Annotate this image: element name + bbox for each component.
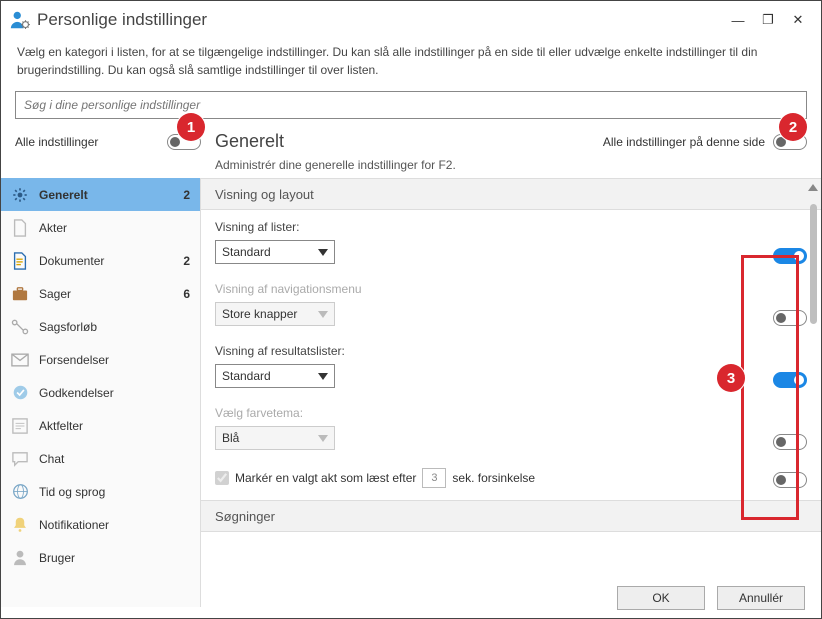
sidebar-item-tid-og-sprog[interactable]: Tid og sprog — [1, 475, 200, 508]
opt-label-navmenu: Visning af navigationsmenu — [215, 282, 362, 296]
sidebar-item-sager[interactable]: Sager 6 — [1, 277, 200, 310]
scroll-thumb[interactable] — [810, 204, 817, 324]
flow-icon — [11, 318, 29, 336]
checkbox-label-prefix: Markér en valgt akt som læst efter — [235, 471, 416, 485]
combo-navmenu: Store knapper — [215, 302, 335, 326]
checkbox-marker-laest — [215, 471, 229, 485]
cancel-button[interactable]: Annullér — [717, 586, 805, 610]
form-icon — [11, 417, 29, 435]
callout-2: 2 — [779, 113, 807, 141]
footer: OK Annullér — [201, 578, 821, 618]
minimize-button[interactable]: — — [723, 6, 753, 34]
sidebar-item-akter[interactable]: Akter — [1, 211, 200, 244]
chevron-down-icon — [318, 373, 328, 380]
sidebar: Generelt 2 Akter Dokumenter 2 Sager 6 Sa… — [1, 178, 201, 607]
scroll-up-icon — [808, 184, 818, 191]
description-text: Vælg en kategori i listen, for at se til… — [1, 39, 821, 87]
document-text-icon — [11, 252, 29, 270]
maximize-button[interactable]: ❐ — [753, 6, 783, 34]
sidebar-item-aktfelter[interactable]: Aktfelter — [1, 409, 200, 442]
ok-button[interactable]: OK — [617, 586, 705, 610]
chevron-down-icon — [318, 435, 328, 442]
delay-number: 3 — [422, 468, 446, 488]
chevron-down-icon — [318, 249, 328, 256]
close-button[interactable]: ✕ — [783, 6, 813, 34]
check-circle-icon — [11, 384, 29, 402]
titlebar: Personlige indstillinger — ❐ ✕ — [1, 1, 821, 39]
toggle-resultat[interactable] — [773, 372, 807, 388]
all-on-page-label: Alle indstillinger på denne side — [603, 135, 765, 149]
user-icon — [11, 549, 29, 567]
search-input[interactable] — [15, 91, 807, 119]
scrollbar[interactable] — [807, 178, 819, 607]
combo-farvetema: Blå — [215, 426, 335, 450]
globe-icon — [11, 483, 29, 501]
panel-title: Generelt — [215, 131, 284, 152]
callout-3: 3 — [717, 364, 745, 392]
combo-resultat[interactable]: Standard — [215, 364, 335, 388]
user-settings-icon — [9, 9, 31, 31]
toggle-lister[interactable] — [773, 248, 807, 264]
toggle-marker-laest[interactable] — [773, 472, 807, 488]
sidebar-item-forsendelser[interactable]: Forsendelser — [1, 343, 200, 376]
sidebar-item-dokumenter[interactable]: Dokumenter 2 — [1, 244, 200, 277]
gear-icon — [11, 186, 29, 204]
opt-label-lister: Visning af lister: — [215, 220, 335, 234]
sidebar-item-bruger[interactable]: Bruger — [1, 541, 200, 574]
sidebar-badge: 2 — [183, 188, 190, 202]
section-header-sogninger: Søgninger — [201, 500, 821, 532]
document-icon — [11, 219, 29, 237]
chevron-down-icon — [318, 311, 328, 318]
chat-bubble-icon — [11, 450, 29, 468]
callout-1: 1 — [177, 113, 205, 141]
toggle-farvetema[interactable] — [773, 434, 807, 450]
all-settings-label: Alle indstillinger — [15, 135, 98, 149]
combo-lister[interactable]: Standard — [215, 240, 335, 264]
briefcase-icon — [11, 285, 29, 303]
sidebar-item-notifikationer[interactable]: Notifikationer — [1, 508, 200, 541]
sidebar-item-label: Generelt — [39, 188, 88, 202]
sidebar-item-chat[interactable]: Chat — [1, 442, 200, 475]
window-title: Personlige indstillinger — [37, 10, 723, 30]
sidebar-item-godkendelser[interactable]: Godkendelser — [1, 376, 200, 409]
content-area: Visning og layout Visning af lister: Sta… — [201, 178, 821, 607]
panel-subtitle: Administrér dine generelle indstillinger… — [1, 156, 821, 178]
section-header-visning: Visning og layout — [201, 178, 821, 210]
opt-label-farvetema: Vælg farvetema: — [215, 406, 335, 420]
sidebar-item-sagsforlob[interactable]: Sagsforløb — [1, 310, 200, 343]
toggle-navmenu[interactable] — [773, 310, 807, 326]
opt-label-resultat: Visning af resultatslister: — [215, 344, 345, 358]
bell-icon — [11, 516, 29, 534]
envelope-icon — [11, 351, 29, 369]
sidebar-item-generelt[interactable]: Generelt 2 — [1, 178, 200, 211]
checkbox-label-suffix: sek. forsinkelse — [452, 471, 535, 485]
